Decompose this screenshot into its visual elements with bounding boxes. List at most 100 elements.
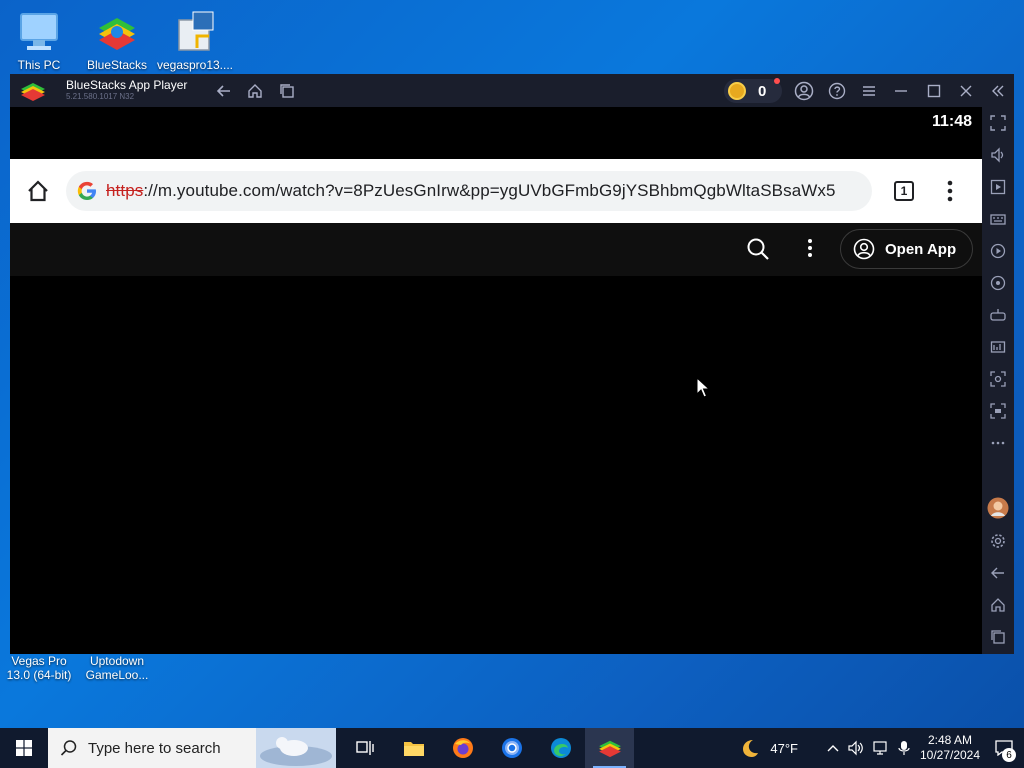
- chrome-menu-button[interactable]: [944, 180, 956, 207]
- taskbar-chrome[interactable]: [487, 728, 536, 768]
- recent-apps-icon: [991, 630, 1005, 644]
- notification-count-badge: 6: [1002, 748, 1016, 762]
- video-record-icon: [990, 403, 1006, 419]
- screen-record-button[interactable]: [986, 399, 1010, 423]
- desktop-icon-vegas-pro[interactable]: Vegas Pro 13.0 (64-bit): [0, 654, 78, 682]
- system-tray: 47°F 2:48 AM 10/27/2024 6: [738, 728, 1024, 768]
- screenshot-button[interactable]: [986, 367, 1010, 391]
- game-controls-button[interactable]: [986, 303, 1010, 327]
- media-icon: [990, 179, 1006, 195]
- profile-avatar[interactable]: [986, 496, 1010, 520]
- taskbar-clock[interactable]: 2:48 AM 10/27/2024: [916, 733, 984, 763]
- fullscreen-button[interactable]: [986, 111, 1010, 135]
- recent-apps-button[interactable]: [275, 79, 299, 103]
- task-view-icon: [355, 741, 374, 755]
- arrow-left-icon: [216, 85, 230, 97]
- android-back-button[interactable]: [986, 561, 1010, 585]
- desktop-icon-vegaspro-installer[interactable]: vegaspro13....: [156, 8, 234, 72]
- speaker-icon: [848, 740, 863, 756]
- desktop-icon-label: BlueStacks: [86, 58, 148, 72]
- taskbar-edge[interactable]: [536, 728, 585, 768]
- desktop-icon-bluestacks[interactable]: BlueStacks: [78, 8, 156, 72]
- android-home-button[interactable]: [986, 593, 1010, 617]
- close-button[interactable]: [954, 79, 978, 103]
- fps-icon: [990, 341, 1006, 353]
- macro-button[interactable]: [986, 239, 1010, 263]
- fps-button[interactable]: [986, 335, 1010, 359]
- tray-overflow-button[interactable]: [822, 743, 844, 753]
- avatar-icon: [987, 497, 1009, 519]
- installer-icon: [171, 8, 219, 56]
- android-screen[interactable]: 11:48 https://m.youtube.com/watch?v=8PzU…: [10, 107, 982, 654]
- android-recents-button[interactable]: [986, 625, 1010, 649]
- rotate-icon: [990, 275, 1006, 291]
- cursor-arrow-icon: [696, 376, 711, 398]
- coin-icon: [728, 82, 746, 100]
- taskbar-search-box[interactable]: Type here to search: [48, 728, 336, 768]
- url-bar[interactable]: https://m.youtube.com/watch?v=8PzUesGnIr…: [66, 171, 872, 211]
- back-button[interactable]: [212, 79, 236, 103]
- url-path: ://m.youtube.com/watch?v=8PzUesGnIrw&pp=…: [143, 181, 836, 200]
- network-tray-button[interactable]: [868, 740, 892, 756]
- notification-dot: [774, 78, 780, 84]
- task-view-button[interactable]: [340, 728, 389, 768]
- volume-button[interactable]: [986, 143, 1010, 167]
- more-button[interactable]: [986, 431, 1010, 455]
- taskbar-file-explorer[interactable]: [389, 728, 438, 768]
- bluestacks-side-toolbar: [982, 107, 1014, 654]
- coin-count: 0: [758, 82, 767, 100]
- home-button[interactable]: [243, 79, 267, 103]
- coin-balance[interactable]: 0: [724, 78, 782, 103]
- help-icon: [828, 82, 846, 100]
- gear-icon: [991, 534, 1005, 548]
- close-icon: [960, 85, 972, 97]
- notification-center-button[interactable]: 6: [984, 728, 1024, 768]
- maximize-button[interactable]: [922, 79, 946, 103]
- taskbar-firefox[interactable]: [438, 728, 487, 768]
- home-icon: [28, 180, 48, 202]
- search-icon: [60, 740, 77, 756]
- computer-icon: [15, 8, 63, 56]
- start-button[interactable]: [0, 728, 48, 768]
- rotate-button[interactable]: [986, 271, 1010, 295]
- google-g-icon: [77, 181, 96, 200]
- volume-tray-button[interactable]: [844, 740, 868, 756]
- version-label: 5.21.580.1017 N32: [66, 91, 135, 101]
- double-chevron-left-icon: [992, 85, 1004, 97]
- chrome-toolbar: https://m.youtube.com/watch?v=8PzUesGnIr…: [10, 159, 982, 223]
- open-app-button[interactable]: Open App: [840, 229, 973, 269]
- weather-widget[interactable]: 47°F: [738, 737, 798, 759]
- more-horizontal-icon: [991, 441, 1005, 445]
- kebab-menu-icon: [808, 239, 812, 257]
- youtube-header: Open App: [10, 223, 982, 276]
- account-button[interactable]: [792, 79, 816, 103]
- desktop-icon-this-pc[interactable]: This PC: [0, 8, 78, 72]
- minimize-button[interactable]: [889, 79, 913, 103]
- arrow-left-icon: [991, 567, 1004, 579]
- keyboard-controls-button[interactable]: [986, 207, 1010, 231]
- desktop-icon-uptodown[interactable]: Uptodown GameLoo...: [78, 654, 156, 682]
- bluestacks-window: BlueStacks App Player 5.21.580.1017 N32 …: [10, 74, 1014, 654]
- edge-icon: [550, 738, 571, 758]
- bluestacks-titlebar[interactable]: BlueStacks App Player 5.21.580.1017 N32 …: [10, 74, 1014, 107]
- menu-button[interactable]: [857, 79, 881, 103]
- collapse-sidebar-button[interactable]: [986, 79, 1010, 103]
- youtube-search-button[interactable]: [746, 237, 770, 266]
- chrome-home-button[interactable]: [26, 179, 50, 208]
- minimize-icon: [895, 90, 907, 92]
- maximize-icon: [927, 84, 941, 98]
- desktop-icon-label: vegaspro13....: [156, 58, 234, 72]
- home-icon: [248, 84, 262, 98]
- clock-date: 10/27/2024: [919, 748, 981, 762]
- bluestacks-logo-icon: [21, 82, 45, 101]
- taskbar-bluestacks[interactable]: [585, 728, 634, 768]
- tab-switcher-button[interactable]: 1: [894, 181, 914, 201]
- settings-button[interactable]: [986, 529, 1010, 553]
- media-manager-button[interactable]: [986, 175, 1010, 199]
- camera-icon: [990, 371, 1006, 387]
- microphone-tray-button[interactable]: [892, 740, 916, 756]
- help-button[interactable]: [825, 79, 849, 103]
- home-icon: [991, 598, 1005, 612]
- youtube-menu-button[interactable]: [806, 238, 814, 263]
- keyboard-icon: [990, 214, 1006, 225]
